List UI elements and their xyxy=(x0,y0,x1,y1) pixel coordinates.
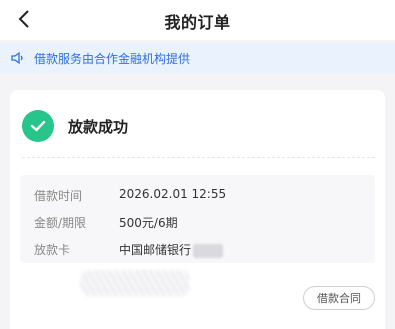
detail-label: 金额/期限 xyxy=(34,216,87,230)
detail-row-amount: 金额/期限 500元/6期 xyxy=(34,214,178,231)
header-bar: 我的订单 xyxy=(0,0,395,40)
divider xyxy=(22,157,375,158)
masked-card-number xyxy=(193,243,224,258)
details-box: 借款时间 2026.02.01 12:55 金额/期限 500元/6期 放款卡 … xyxy=(20,175,375,263)
detail-value: 2026.02.01 12:55 xyxy=(119,187,227,201)
detail-value: 中国邮储银行 xyxy=(119,243,192,257)
speaker-icon xyxy=(10,50,26,66)
redacted-area xyxy=(80,270,190,296)
notice-banner: 借款服务由合作金融机构提供 xyxy=(0,43,395,73)
order-card: 放款成功 借款时间 2026.02.01 12:55 金额/期限 500元/6期… xyxy=(10,90,385,329)
notice-text: 借款服务由合作金融机构提供 xyxy=(34,51,191,66)
status-row: 放款成功 xyxy=(22,110,128,142)
detail-value-wrap: 中国邮储银行 xyxy=(119,241,224,258)
detail-label: 放款卡 xyxy=(34,243,71,257)
detail-label: 借款时间 xyxy=(34,189,83,203)
detail-value: 500元/6期 xyxy=(119,216,178,230)
page-title: 我的订单 xyxy=(164,13,231,32)
status-text: 放款成功 xyxy=(68,117,129,136)
check-circle-icon xyxy=(22,110,54,142)
detail-row-time: 借款时间 2026.02.01 12:55 xyxy=(34,187,226,204)
contract-button[interactable]: 借款合同 xyxy=(303,286,375,310)
detail-row-card: 放款卡 中国邮储银行 xyxy=(34,241,224,258)
